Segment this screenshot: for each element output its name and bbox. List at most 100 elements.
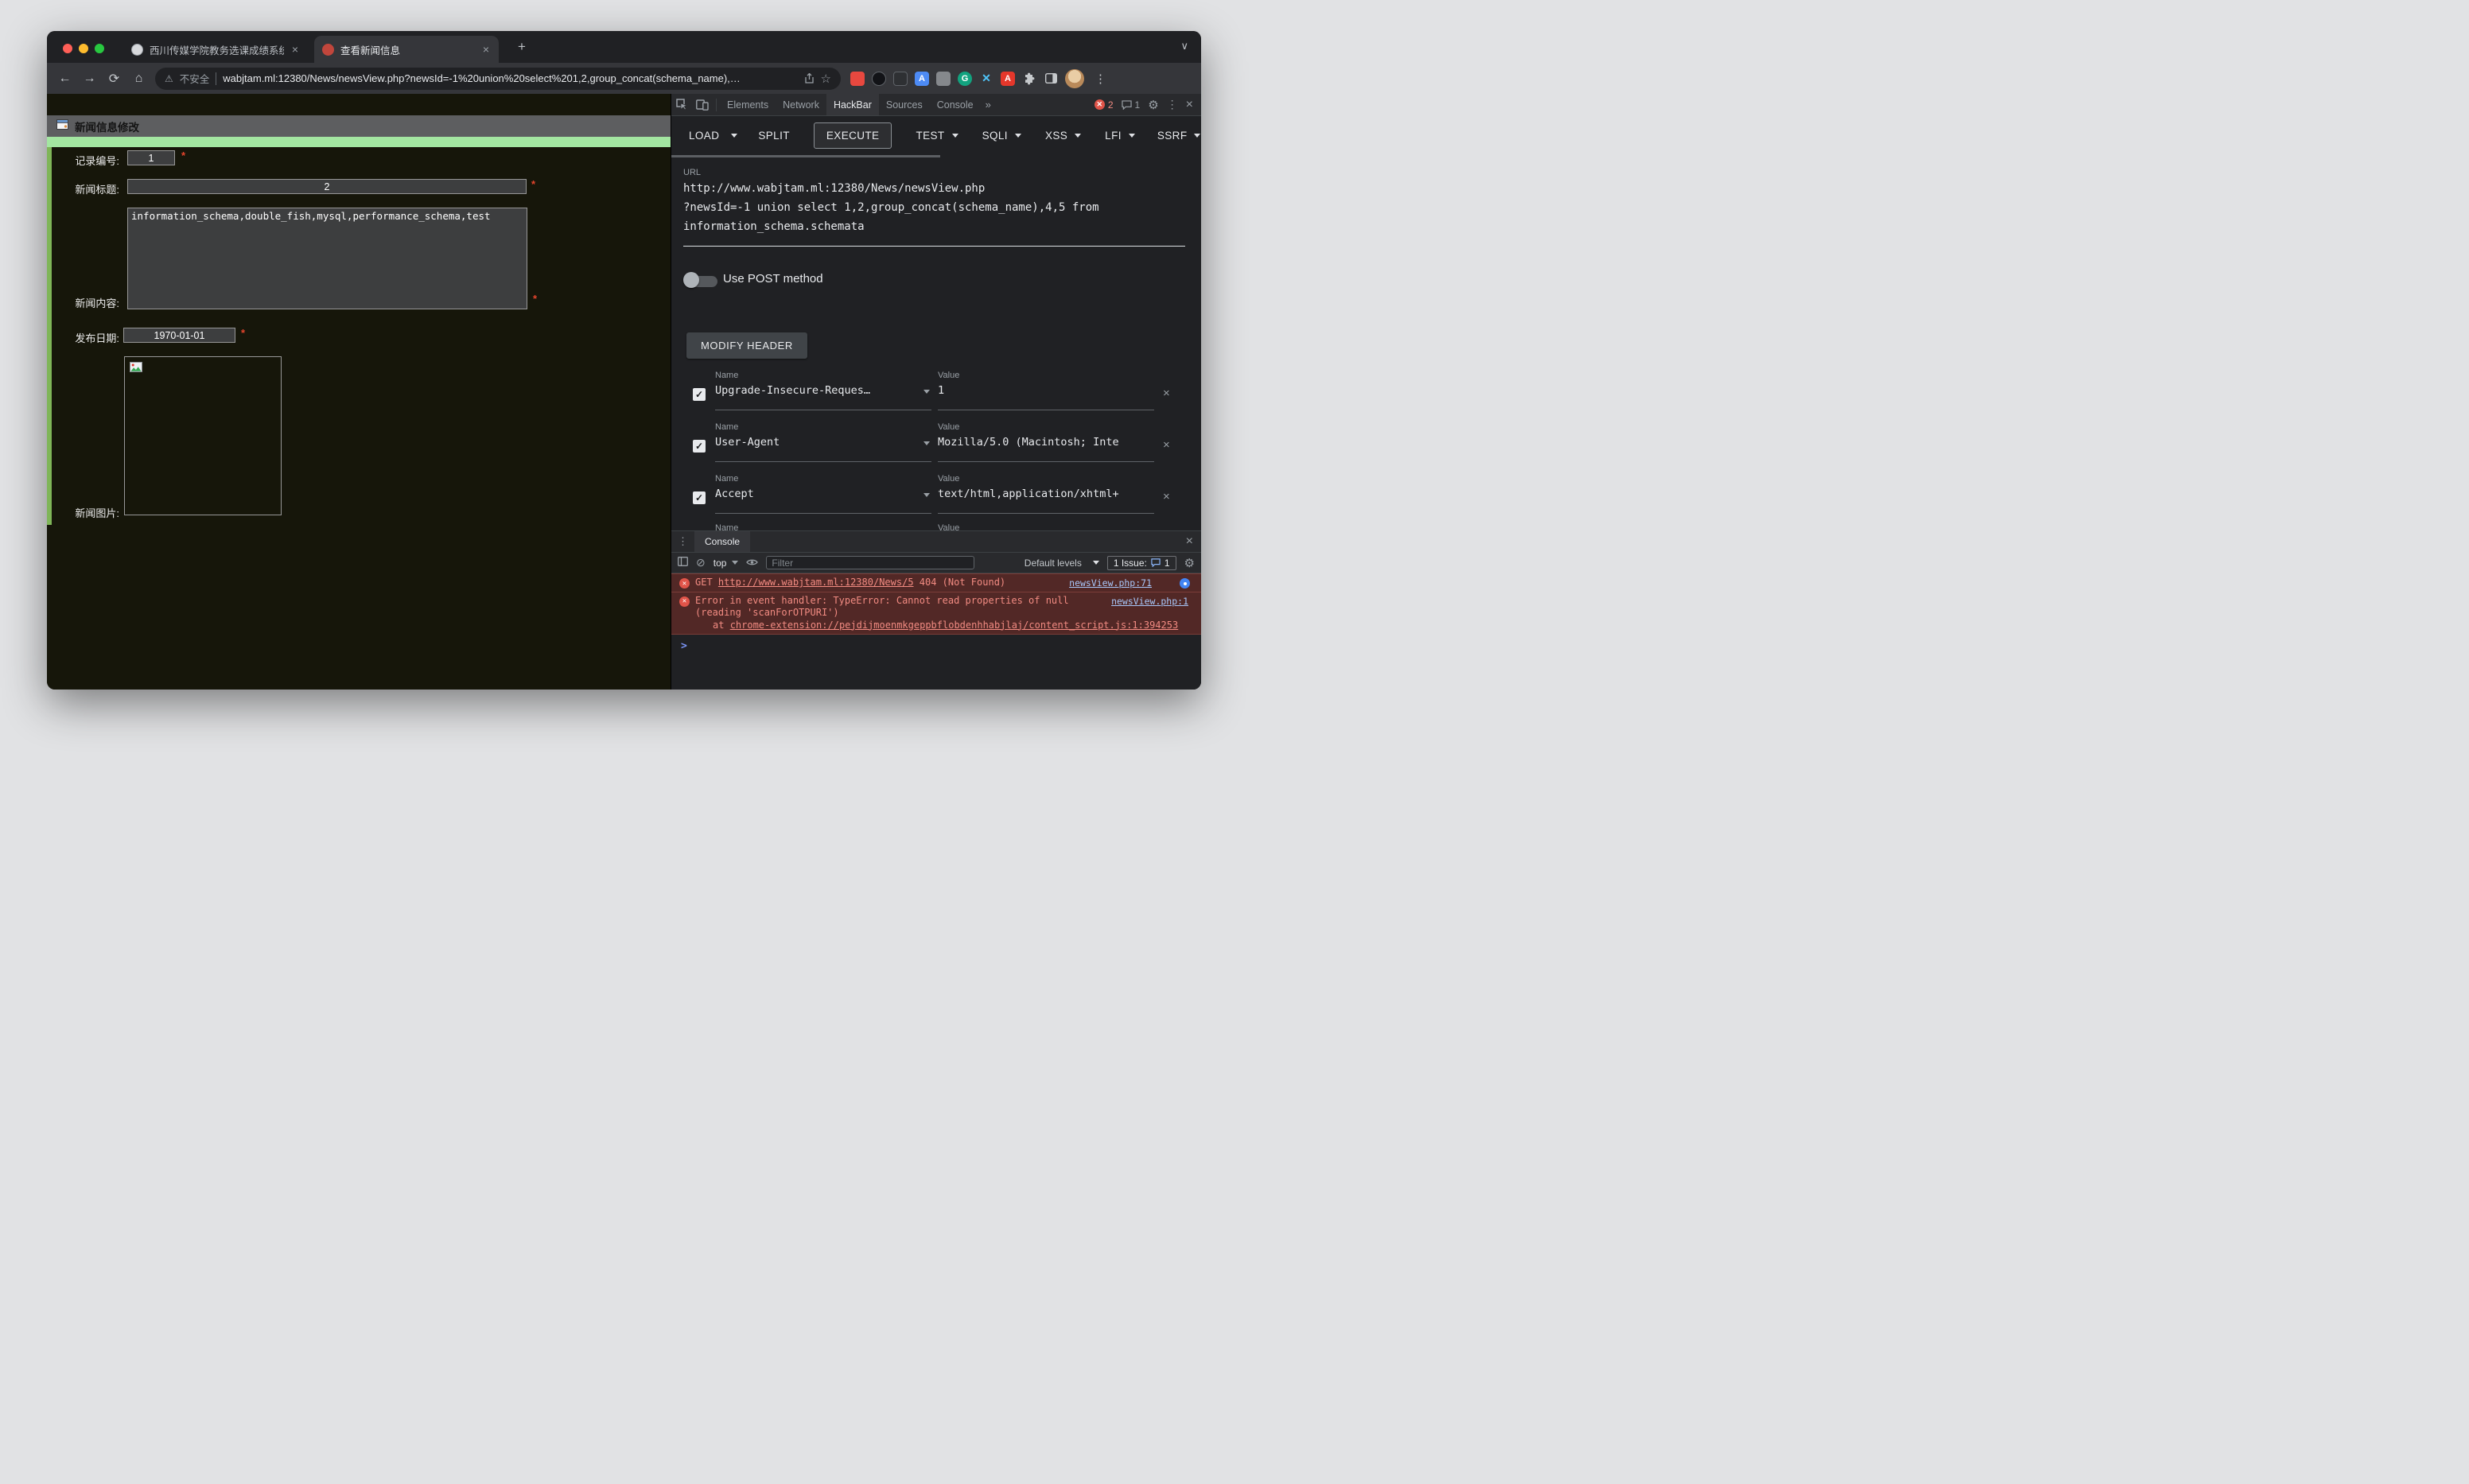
side-panel-icon[interactable] [1044,72,1058,86]
clipboard-extension-icon[interactable] [893,72,908,86]
tab-grades-system[interactable]: 西川传媒学院教务选课成绩系统 × [123,36,308,63]
translate-extension-icon[interactable]: A [915,72,929,86]
stack-link[interactable]: chrome-extension://pejdijmoenmkgeppbflob… [730,620,1179,631]
drawer-menu-kebab-icon[interactable]: ⋮ [671,535,694,548]
modify-header-button[interactable]: MODIFY HEADER [686,332,807,359]
home-button[interactable]: ⌂ [127,67,150,90]
error-count: 2 [1108,99,1114,111]
header-name-value[interactable]: Upgrade-Insecure-Reques… [715,384,920,397]
x-extension-icon[interactable]: ✕ [979,72,993,86]
minimize-window-button[interactable] [79,44,88,53]
header-enabled-checkbox[interactable]: ✓ [693,440,706,453]
devtools-menu-kebab-icon[interactable]: ⋮ [1167,98,1178,111]
tab-sources[interactable]: Sources [879,94,930,115]
close-window-button[interactable] [63,44,72,53]
remove-header-button[interactable]: × [1163,387,1170,400]
xss-menu-button[interactable]: XSS [1045,130,1081,142]
extensions-puzzle-icon[interactable] [1022,72,1036,86]
publish-date-input[interactable] [123,328,235,343]
close-icon[interactable]: × [290,44,300,55]
news-title-input[interactable] [127,179,527,194]
ssrf-menu-button[interactable]: SSRF [1157,130,1201,142]
header-enabled-checkbox[interactable]: ✓ [693,491,706,504]
tab-news-view[interactable]: 查看新闻信息 × [314,36,499,63]
tab-console[interactable]: Console [930,94,981,115]
tab-search-chevron-icon[interactable]: ∨ [1180,40,1188,52]
record-id-input[interactable] [127,150,175,165]
share-icon[interactable] [804,73,815,84]
security-label[interactable]: 不安全 [180,71,210,86]
header-value-value[interactable]: 1 [938,384,1143,397]
header-enabled-checkbox[interactable]: ✓ [693,388,706,401]
shield-extension-icon[interactable] [850,72,865,86]
drawer-close-icon[interactable]: × [1178,534,1201,549]
clear-console-icon[interactable]: ⊘ [696,556,706,569]
source-link[interactable]: newsView.php:1 [1111,596,1188,607]
chevron-down-icon [952,134,958,138]
traffic-lights [63,44,104,53]
tab-network[interactable]: Network [776,94,826,115]
issue-indicator-icon[interactable] [1180,578,1190,589]
post-method-toggle-thumb[interactable] [683,272,699,288]
header-value-value[interactable]: text/html,application/xhtml+ [938,488,1143,500]
split-button[interactable]: SPLIT [758,130,790,142]
console-settings-gear-icon[interactable]: ⚙ [1184,556,1195,570]
maximize-window-button[interactable] [95,44,104,53]
console-filter-input[interactable] [766,556,974,569]
news-content-textarea[interactable]: information_schema,double_fish,mysql,per… [127,208,527,309]
header-value-value[interactable]: Mozilla/5.0 (Macintosh; Inte [938,436,1143,449]
remove-header-button[interactable]: × [1163,490,1170,503]
test-menu-button[interactable]: TEST [916,130,958,142]
remove-header-button[interactable]: × [1163,438,1170,452]
console-sidebar-icon[interactable] [678,556,688,570]
issues-label: 1 Issue: [1114,557,1147,569]
chevron-down-icon[interactable] [923,493,930,497]
profile-avatar[interactable] [1065,69,1084,88]
tab-elements[interactable]: Elements [720,94,776,115]
pdf-extension-icon[interactable]: A [1001,72,1015,86]
sqli-menu-button[interactable]: SQLI [982,130,1021,142]
console-prompt[interactable]: > [671,635,1201,652]
record-extension-icon[interactable] [872,72,886,86]
address-bar[interactable]: ⚠ 不安全 wabjtam.ml:12380/News/newsView.php… [155,68,841,90]
more-tabs-icon[interactable]: » [981,99,996,111]
keys-extension-icon[interactable] [936,72,951,86]
header-name-value[interactable]: Accept [715,488,920,500]
console-drawer-tab[interactable]: Console [694,531,750,552]
header-name-value[interactable]: User-Agent [715,436,920,449]
bookmark-star-icon[interactable]: ☆ [821,72,831,86]
not-secure-icon: ⚠ [165,73,173,84]
lfi-menu-button[interactable]: LFI [1105,130,1135,142]
new-tab-button[interactable]: + [512,38,531,57]
devtools-settings-gear-icon[interactable]: ⚙ [1148,98,1158,112]
close-icon[interactable]: × [481,44,491,55]
issues-chip[interactable]: 1 Issue: 1 [1107,556,1176,570]
source-link[interactable]: newsView.php:71 [1069,577,1152,589]
execute-button[interactable]: EXECUTE [814,122,892,149]
request-method: GET [695,577,718,588]
horizontal-scrollbar-thumb[interactable] [671,155,940,157]
back-button[interactable]: ← [53,67,76,90]
load-dropdown-icon[interactable] [731,134,737,138]
request-url-link[interactable]: http://www.wabjtam.ml:12380/News/5 [718,577,914,588]
tab-hackbar[interactable]: HackBar [826,94,879,115]
forward-button[interactable]: → [78,67,101,90]
log-levels-selector[interactable]: Default levels [1025,557,1099,569]
message-count-badge[interactable]: 1 [1122,99,1141,111]
context-selector[interactable]: top [713,557,739,569]
grammar-extension-icon[interactable]: G [958,72,972,86]
chevron-down-icon[interactable] [923,441,930,445]
error-count-badge[interactable]: ✕ 2 [1095,99,1114,111]
device-toolbar-icon[interactable] [692,94,713,115]
devtools-close-icon[interactable]: × [1186,98,1193,112]
context-label: top [713,557,727,569]
chevron-down-icon[interactable] [923,390,930,394]
url-field[interactable]: http://www.wabjtam.ml:12380/News/newsVie… [683,179,1188,236]
load-button[interactable]: LOAD [689,130,719,142]
url-text[interactable]: wabjtam.ml:12380/News/newsView.php?newsI… [223,72,797,84]
field-underline [938,461,1154,462]
browser-menu-kebab-icon[interactable]: ⋮ [1091,72,1110,86]
inspect-element-icon[interactable] [671,94,692,115]
live-expression-eye-icon[interactable] [746,556,758,570]
reload-button[interactable]: ⟳ [103,67,126,90]
